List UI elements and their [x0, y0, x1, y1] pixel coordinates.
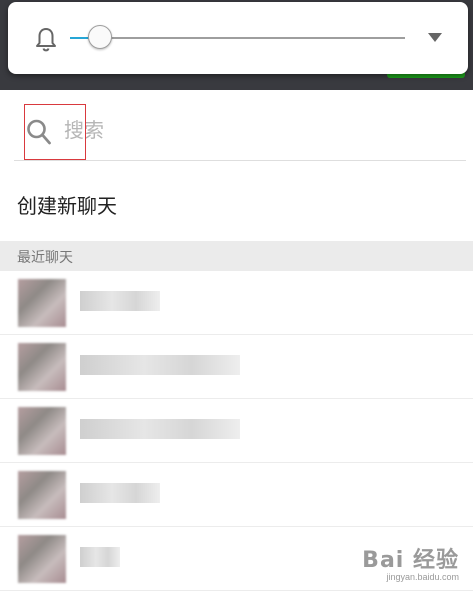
- avatar: [18, 343, 66, 391]
- volume-panel: [8, 2, 468, 74]
- watermark-brand: Bai 经验: [362, 548, 459, 573]
- contact-name: [80, 419, 240, 439]
- bell-icon[interactable]: [34, 26, 58, 54]
- chat-list-item[interactable]: [0, 335, 473, 399]
- watermark-logo: Bai 经验 jingyan.baidu.com: [362, 542, 459, 582]
- avatar: [18, 535, 66, 583]
- slider-thumb[interactable]: [88, 25, 113, 49]
- chat-list-item[interactable]: [0, 271, 473, 335]
- contact-name: [80, 291, 160, 311]
- avatar: [18, 471, 66, 519]
- slider-rail: [70, 37, 405, 39]
- avatar: [18, 279, 66, 327]
- search-underline: [14, 160, 466, 161]
- annotation-highlight-box: [24, 104, 86, 160]
- search-input[interactable]: [64, 112, 444, 150]
- chat-list-item[interactable]: [0, 463, 473, 527]
- volume-slider[interactable]: [70, 25, 405, 49]
- create-new-chat-item[interactable]: 创建新聊天: [0, 180, 473, 234]
- contact-name: [80, 547, 120, 567]
- contact-name: [80, 355, 240, 375]
- chat-list-item[interactable]: [0, 399, 473, 463]
- recent-chats-header: 最近聊天: [0, 241, 473, 271]
- avatar: [18, 407, 66, 455]
- expand-chevron-icon[interactable]: [428, 33, 442, 42]
- contact-name: [80, 483, 160, 503]
